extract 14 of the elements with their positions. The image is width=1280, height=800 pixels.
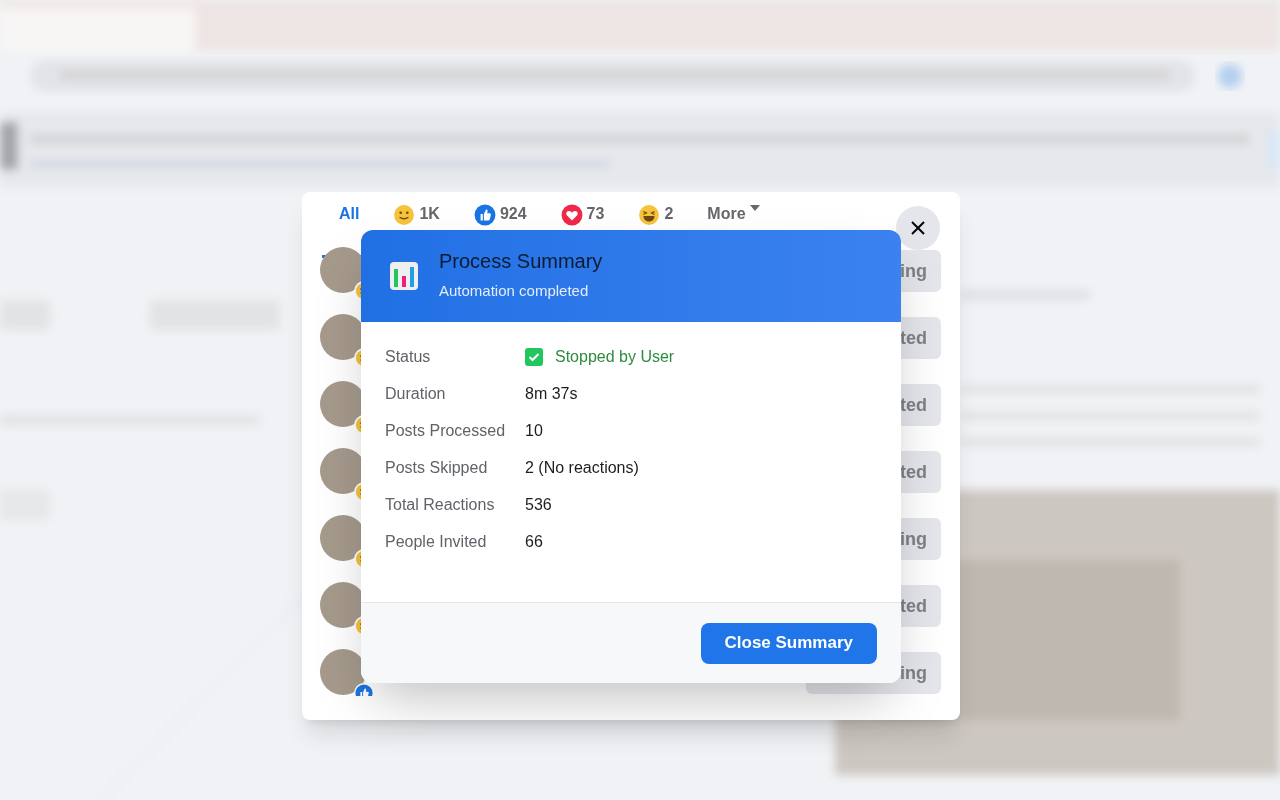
field-value: 10 (525, 421, 543, 441)
field-value: 2 (No reactions) (525, 458, 639, 478)
summary-subtitle: Automation completed (439, 281, 590, 302)
field-label: Posts Skipped (385, 458, 489, 478)
field-value: 536 (525, 495, 552, 515)
field-label: Posts Processed (385, 421, 507, 441)
field-label: Status (385, 347, 432, 367)
field-value: 8m 37s (525, 384, 578, 404)
summary-title: Process Summary (439, 249, 603, 275)
field-label: People Invited (385, 532, 488, 552)
field-label: Duration (385, 384, 447, 404)
field-value: 66 (525, 532, 543, 552)
field-label: Total Reactions (385, 495, 496, 515)
status-value: Stopped by User (555, 347, 675, 367)
